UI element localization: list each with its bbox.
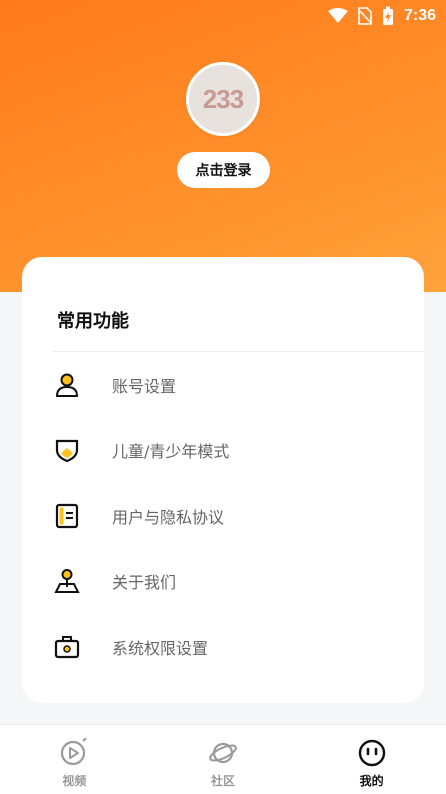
- menu-item-label: 儿童/青少年模式: [112, 442, 230, 462]
- menu-item-label: 用户与隐私协议: [112, 507, 225, 527]
- wifi-icon: [327, 8, 348, 24]
- nav-item-community[interactable]: 社区: [149, 725, 298, 794]
- user-icon: [54, 372, 80, 398]
- video-play-icon: [59, 738, 89, 768]
- menu-item-account-settings[interactable]: 账号设置: [22, 352, 424, 418]
- nav-item-video[interactable]: 视频: [0, 725, 149, 794]
- nav-label: 我的: [356, 774, 387, 792]
- status-bar: 7:36: [0, 0, 446, 32]
- location-pin-icon: [54, 568, 80, 594]
- bottom-nav: 视频 社区 我的: [0, 724, 446, 794]
- menu-item-label: 账号设置: [112, 376, 177, 396]
- nav-label: 社区: [211, 774, 236, 788]
- status-time: 7:36: [403, 7, 436, 24]
- shield-icon: [54, 437, 80, 463]
- menu-list: 账号设置 儿童/青少年模式 用户与隐私协议 关于我们 系统权限设置: [22, 352, 424, 680]
- menu-item-label: 系统权限设置: [112, 638, 209, 658]
- avatar[interactable]: 233: [186, 62, 260, 136]
- menu-item-kids-mode[interactable]: 儿童/青少年模式: [22, 418, 424, 484]
- avatar-logo: 233: [202, 83, 244, 114]
- header-background: [0, 0, 446, 292]
- toolbox-icon: [54, 634, 80, 660]
- face-icon: [357, 738, 387, 768]
- menu-item-system-permissions[interactable]: 系统权限设置: [22, 614, 424, 680]
- menu-item-label: 关于我们: [112, 573, 177, 593]
- document-icon: [54, 503, 80, 529]
- card-title: 常用功能: [57, 311, 129, 332]
- no-sim-icon: [357, 7, 372, 25]
- planet-icon: [208, 738, 238, 768]
- battery-charging-icon: [382, 6, 394, 26]
- login-button[interactable]: 点击登录: [177, 152, 270, 188]
- nav-label: 视频: [62, 774, 87, 788]
- menu-item-privacy-agreement[interactable]: 用户与隐私协议: [22, 483, 424, 549]
- nav-item-mine[interactable]: 我的: [297, 725, 446, 794]
- functions-card: 常用功能 账号设置 儿童/青少年模式 用户与隐私协议 关于我们 系统权限设置: [22, 257, 424, 703]
- menu-item-about-us[interactable]: 关于我们: [22, 549, 424, 615]
